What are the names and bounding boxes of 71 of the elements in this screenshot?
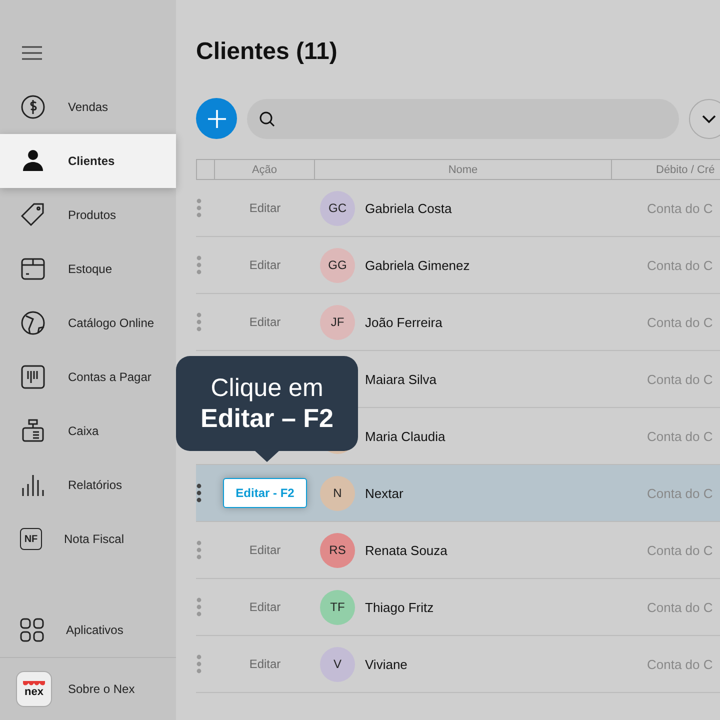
avatar: RS	[320, 532, 355, 568]
plus-icon	[206, 108, 226, 128]
table-row[interactable]: Editar - F2 N Nextar Conta do C	[196, 465, 720, 522]
table-row[interactable]: Editar GG Gabriela Gimenez Conta do C	[196, 237, 720, 294]
edit-link[interactable]: Editar	[249, 258, 281, 272]
edit-link[interactable]: Editar	[249, 543, 281, 557]
more-icon[interactable]	[196, 483, 202, 503]
search-icon	[259, 110, 275, 126]
sidebar-item[interactable]: Caixa	[0, 404, 176, 458]
search-field[interactable]	[247, 98, 679, 138]
client-name: Viviane	[365, 656, 408, 672]
tooltip-text: Clique em	[210, 374, 324, 402]
globe-icon	[20, 310, 46, 336]
menu-icon[interactable]	[22, 46, 42, 60]
sidebar-item[interactable]: Estoque	[0, 242, 176, 296]
table-cell-text: Conta do C	[646, 200, 714, 216]
table-cell-text: Conta do C	[646, 314, 714, 330]
add-button[interactable]	[196, 98, 237, 139]
sidebar-item[interactable]: Contas a Pagar	[0, 350, 176, 404]
edit-link[interactable]: Editar	[249, 315, 281, 329]
box-icon	[20, 256, 46, 282]
table-row[interactable]: Editar GC Gabriela Costa Conta do C	[196, 180, 720, 237]
sidebar-item[interactable]: Produtos	[0, 188, 176, 242]
grid-icon	[20, 618, 44, 642]
client-name: Thiago Fritz	[365, 600, 434, 614]
app-logo: nex	[16, 671, 52, 707]
table-cell-text: Conta do C	[646, 542, 714, 558]
avatar: V	[320, 646, 355, 682]
chevron-down-icon	[701, 114, 717, 124]
avatar: GC	[320, 190, 355, 226]
table-row[interactable]: Editar TF Thiago Fritz Conta do C	[196, 579, 720, 636]
avatar: GG	[320, 248, 355, 282]
client-name: Nextar	[365, 486, 404, 500]
table-cell-text: Conta do C	[646, 428, 714, 444]
sidebar-item[interactable]: Vendas	[0, 80, 176, 134]
client-name: João Ferreira	[365, 314, 442, 330]
client-name: Gabriela Gimenez	[365, 258, 470, 272]
avatar: TF	[320, 590, 355, 624]
table-cell-text: Conta do C	[646, 656, 714, 672]
dropdown-button[interactable]	[689, 98, 720, 138]
person-icon	[20, 148, 46, 174]
tag-icon	[20, 202, 46, 228]
table-cell-text: Conta do C	[646, 486, 714, 500]
table-cell-text: Conta do C	[646, 258, 714, 272]
bar-chart-icon	[20, 472, 46, 498]
edit-link[interactable]: Editar	[249, 600, 281, 614]
sidebar-item[interactable]: NF Nota Fiscal	[0, 512, 176, 566]
avatar: N	[320, 476, 355, 510]
dollar-icon	[20, 94, 46, 120]
table-row[interactable]: Editar RS Renata Souza Conta do C	[196, 522, 720, 579]
about-label[interactable]: Sobre o Nex	[68, 682, 135, 696]
table-row[interactable]: Editar V Viviane Conta do C	[196, 636, 720, 693]
edit-link[interactable]: Editar	[249, 201, 281, 215]
cash-register-icon	[20, 418, 46, 444]
page-title: Clientes (11)	[196, 38, 338, 66]
apps-item[interactable]: Aplicativos	[0, 603, 176, 657]
barcode-icon	[20, 364, 46, 390]
avatar: JF	[320, 304, 355, 340]
nf-icon: NF	[20, 528, 42, 550]
client-name: Maria Claudia	[365, 428, 446, 444]
sidebar-item[interactable]: Clientes	[0, 134, 176, 188]
sidebar-item[interactable]: Catálogo Online	[0, 296, 176, 350]
table-cell-text: Conta do C	[646, 372, 714, 386]
column-header	[196, 159, 215, 180]
client-name: Renata Souza	[365, 542, 448, 558]
edit-link[interactable]: Editar	[249, 657, 281, 671]
client-name: Gabriela Costa	[365, 200, 452, 216]
table-row[interactable]: Editar JF João Ferreira Conta do C	[196, 294, 720, 351]
table-cell-text: Conta do C	[646, 600, 714, 614]
client-name: Maiara Silva	[365, 372, 437, 386]
sidebar-item[interactable]: Relatórios	[0, 458, 176, 512]
